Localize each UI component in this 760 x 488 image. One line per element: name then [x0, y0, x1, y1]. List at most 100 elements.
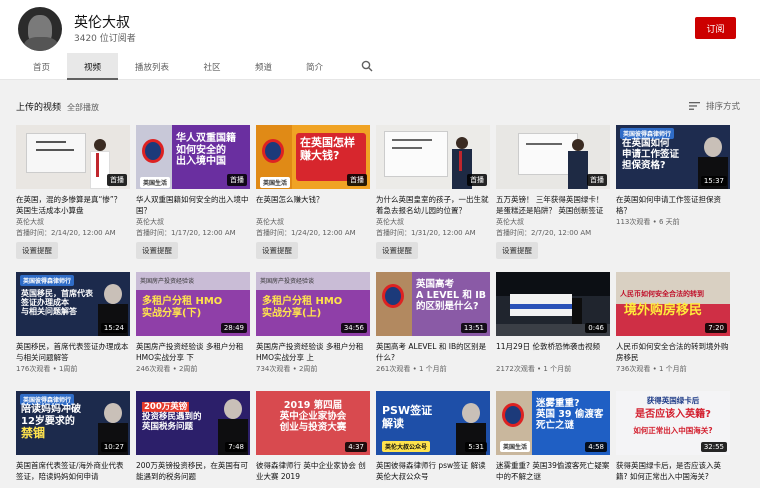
video-channel[interactable]: 英伦大叔 — [256, 217, 370, 227]
subscriber-count: 3420 位订阅者 — [74, 34, 136, 44]
video-duration: 首播 — [587, 174, 607, 186]
video-duration: 4:58 — [585, 442, 607, 452]
video-card[interactable]: 200万英镑 投资移民遇到的 英国税务问题 7:48 200万英镑投资移民，在英国有… — [136, 391, 250, 482]
video-card[interactable]: 英国高考 A LEVEL 和 IB 的区别是什么? 13:51 英国高考 ALEVE… — [376, 272, 490, 374]
video-title[interactable]: 英国彼得森律师行 psw签证 解读 英伦大叔公众号 — [376, 461, 490, 482]
video-title[interactable]: 获得英国绿卡后，是否应该入英籍? 如何正常出入中国海关? — [616, 461, 730, 482]
video-thumbnail[interactable]: 英国生活 迷雾重重? 英国 39 偷渡客 死亡之谜 4:58 — [496, 391, 610, 455]
video-thumbnail[interactable]: PSW签证 解读 英伦大叔公众号 5:31 — [376, 391, 490, 455]
video-card[interactable]: 首播 在英国，混的多惨算是真“惨”？ 英国生活成本小算盘 英伦大叔 首播时间：2… — [16, 125, 130, 259]
video-card[interactable]: 英国生活 华人双重国籍 如何安全的 出入境中国 首播 华人双重国籍如何安全的出入境中… — [136, 125, 250, 259]
video-meta: 246次观看 • 2周前 — [136, 365, 198, 373]
video-duration: 28:49 — [220, 323, 247, 333]
tab-home[interactable]: 首页 — [16, 53, 67, 80]
video-duration: 首播 — [467, 174, 487, 186]
thumb-caption: 在英国如何 申请工作签证 担保资格? — [622, 138, 680, 171]
video-channel[interactable]: 英伦大叔 — [376, 217, 490, 227]
video-thumbnail[interactable]: 英国房产投资经验谈 多租户分租 HMO 实战分享(下) 28:49 — [136, 272, 250, 336]
search-icon[interactable] — [361, 60, 373, 72]
video-thumbnail[interactable]: 首播 — [376, 125, 490, 189]
video-duration: 13:51 — [460, 323, 487, 333]
video-channel[interactable]: 英伦大叔 — [496, 217, 610, 227]
video-thumbnail[interactable]: 200万英镑 投资移民遇到的 英国税务问题 7:48 — [136, 391, 250, 455]
video-meta: 176次观看 • 1周前 — [16, 365, 78, 373]
play-all-link[interactable]: 全部播放 — [67, 103, 99, 112]
video-duration: 34:56 — [340, 323, 367, 333]
video-card[interactable]: 英国彼得森律师行 在英国如何 申请工作签证 担保资格? 15:37 在英国如何申请工… — [616, 125, 730, 227]
thumb-caption: 英国移民，首席代表 签证办理成本 与相关问题解答 — [21, 289, 93, 317]
tab-videos[interactable]: 视频 — [67, 53, 118, 80]
tab-playlists[interactable]: 播放列表 — [118, 53, 186, 80]
video-title[interactable]: 彼得森律师行 英中企业家协会 创业大赛 2019 — [256, 461, 370, 482]
video-title[interactable]: 英国房产投资经验谈 多租户分租HMO实战分享 上 — [256, 342, 370, 363]
video-thumbnail[interactable]: 0:46 — [496, 272, 610, 336]
video-thumbnail[interactable]: 英国高考 A LEVEL 和 IB 的区别是什么? 13:51 — [376, 272, 490, 336]
video-title[interactable]: 英国高考 ALEVEL 和 IB的区别是什么? — [376, 342, 490, 363]
sort-label: 排序方式 — [706, 102, 741, 112]
video-thumbnail[interactable]: 英国彼得森律师行 陪读妈妈冲破 12岁要求的 禁锢 10:27 — [16, 391, 130, 455]
channel-name[interactable]: 英伦大叔 — [74, 12, 130, 32]
set-reminder-button[interactable]: 设置提醒 — [136, 242, 178, 259]
video-title[interactable]: 在英国如何申请工作签证担保资格？ — [616, 195, 730, 216]
video-title[interactable]: 英国移民，首席代表签证办理成本与相关问题解答 — [16, 342, 130, 363]
video-title[interactable]: 英国首席代表签证/海外商业代表签证，陪读妈妈如何申请 — [16, 461, 130, 482]
set-reminder-button[interactable]: 设置提醒 — [16, 242, 58, 259]
video-thumbnail[interactable]: 首播 — [16, 125, 130, 189]
video-title[interactable]: 为什么英国皇室的孩子，一出生就着急去报名幼儿园的位置？ — [376, 195, 490, 216]
video-card[interactable]: 英国生活 在英国怎样 赚大钱? 首播 在英国怎么赚大钱？ 英伦大叔 首播时间：1/… — [256, 125, 370, 259]
section-title: 上传的视频 — [16, 103, 62, 113]
video-title[interactable]: 华人双重国籍如何安全的出入境中国？ — [136, 195, 250, 216]
video-thumbnail[interactable]: 首播 — [496, 125, 610, 189]
thumb-caption: PSW签证 解读 — [382, 404, 433, 430]
video-title[interactable]: 五万英镑！ 三年获得英国绿卡！ 是蛋糕还是陷阱？ 英国创新签证全面解析 — [496, 195, 610, 216]
thumb-caption: 迷雾重重? 英国 39 偷渡客 死亡之谜 — [536, 398, 604, 431]
video-title[interactable]: 英国房产投资经验谈 多租户分租HMO实战分享 下 — [136, 342, 250, 363]
video-channel[interactable]: 英伦大叔 — [136, 217, 250, 227]
video-card[interactable]: 0:46 11月29日 伦敦桥恐怖袭击视频 2172次观看 • 1 个月前 — [496, 272, 610, 374]
video-title[interactable]: 200万英镑投资移民，在英国有可能遇到的税务问题 — [136, 461, 250, 482]
thumb-caption-large: 境外购房移民 — [624, 303, 703, 318]
video-title[interactable]: 在英国，混的多惨算是真“惨”？ 英国生活成本小算盘 — [16, 195, 130, 216]
thumb-caption-main: 是否应该入英籍? — [635, 409, 711, 420]
video-thumbnail[interactable]: 人民币如何安全合法的转到 境外购房移民 7:20 — [616, 272, 730, 336]
video-duration: 4:37 — [345, 442, 367, 452]
video-title[interactable]: 在英国怎么赚大钱？ — [256, 195, 370, 216]
video-duration: 首播 — [107, 174, 127, 186]
video-thumbnail[interactable]: 英国房产投资经验谈 多租户分租 HMO 实战分享(上) 34:56 — [256, 272, 370, 336]
tab-community[interactable]: 社区 — [186, 53, 238, 80]
video-meta: 261次观看 • 1 个月前 — [376, 365, 447, 373]
sort-menu[interactable]: 排序方式 — [689, 100, 740, 112]
subscribe-button[interactable]: 订阅 — [695, 17, 736, 39]
video-card[interactable]: 英国房产投资经验谈 多租户分租 HMO 实战分享(下) 28:49 英国房产投资经… — [136, 272, 250, 374]
video-card[interactable]: 英国生活 迷雾重重? 英国 39 偷渡客 死亡之谜 4:58 迷雾重重? 英国39偷… — [496, 391, 610, 482]
video-channel[interactable]: 英伦大叔 — [16, 217, 130, 227]
video-card[interactable]: 获得英国绿卡后 是否应该入英籍? 如何正常出入中国海关? 32:55 获得英国绿… — [616, 391, 730, 482]
thumb-caption: 2019 第四届 英中企业家协会 创业与投资大赛 — [279, 400, 347, 433]
video-meta: 113次观看 • 6 天前 — [616, 218, 680, 226]
video-title[interactable]: 迷雾重重? 英国39偷渡客死亡疑案中的不解之谜 — [496, 461, 610, 482]
set-reminder-button[interactable]: 设置提醒 — [256, 242, 298, 259]
video-card[interactable]: 英国彼得森律师行 英国移民，首席代表 签证办理成本 与相关问题解答 15:24 英国… — [16, 272, 130, 374]
tab-channels[interactable]: 频道 — [238, 53, 289, 80]
set-reminder-button[interactable]: 设置提醒 — [496, 242, 538, 259]
video-card[interactable]: 2019 第四届 英中企业家协会 创业与投资大赛 4:37 彼得森律师行 英中企业家… — [256, 391, 370, 482]
thumb-caption: 人民币如何安全合法的转到 — [620, 290, 704, 298]
video-thumbnail[interactable]: 英国彼得森律师行 英国移民，首席代表 签证办理成本 与相关问题解答 15:24 — [16, 272, 130, 336]
channel-avatar[interactable] — [18, 7, 62, 51]
video-card[interactable]: 首播 五万英镑！ 三年获得英国绿卡！ 是蛋糕还是陷阱？ 英国创新签证全面解析 英… — [496, 125, 610, 259]
tab-about[interactable]: 简介 — [289, 53, 340, 80]
video-card[interactable]: 首播 为什么英国皇室的孩子，一出生就着急去报名幼儿园的位置？ 英伦大叔 首播时间… — [376, 125, 490, 259]
video-title[interactable]: 人民币如何安全合法的转到境外购房移民 — [616, 342, 730, 363]
video-card[interactable]: PSW签证 解读 英伦大叔公众号 5:31 英国彼得森律师行 psw签证 解读 英… — [376, 391, 490, 482]
video-duration: 0:46 — [585, 323, 607, 333]
video-card[interactable]: 人民币如何安全合法的转到 境外购房移民 7:20 人民币如何安全合法的转到境外购… — [616, 272, 730, 374]
video-card[interactable]: 英国彼得森律师行 陪读妈妈冲破 12岁要求的 禁锢 10:27 英国首席代表签证/海… — [16, 391, 130, 482]
video-thumbnail[interactable]: 英国彼得森律师行 在英国如何 申请工作签证 担保资格? 15:37 — [616, 125, 730, 189]
video-card[interactable]: 英国房产投资经验谈 多租户分租 HMO 实战分享(上) 34:56 英国房产投资经… — [256, 272, 370, 374]
video-thumbnail[interactable]: 英国生活 华人双重国籍 如何安全的 出入境中国 首播 — [136, 125, 250, 189]
set-reminder-button[interactable]: 设置提醒 — [376, 242, 418, 259]
video-thumbnail[interactable]: 英国生活 在英国怎样 赚大钱? 首播 — [256, 125, 370, 189]
video-title[interactable]: 11月29日 伦敦桥恐怖袭击视频 — [496, 342, 610, 363]
video-thumbnail[interactable]: 获得英国绿卡后 是否应该入英籍? 如何正常出入中国海关? 32:55 — [616, 391, 730, 455]
video-thumbnail[interactable]: 2019 第四届 英中企业家协会 创业与投资大赛 4:37 — [256, 391, 370, 455]
